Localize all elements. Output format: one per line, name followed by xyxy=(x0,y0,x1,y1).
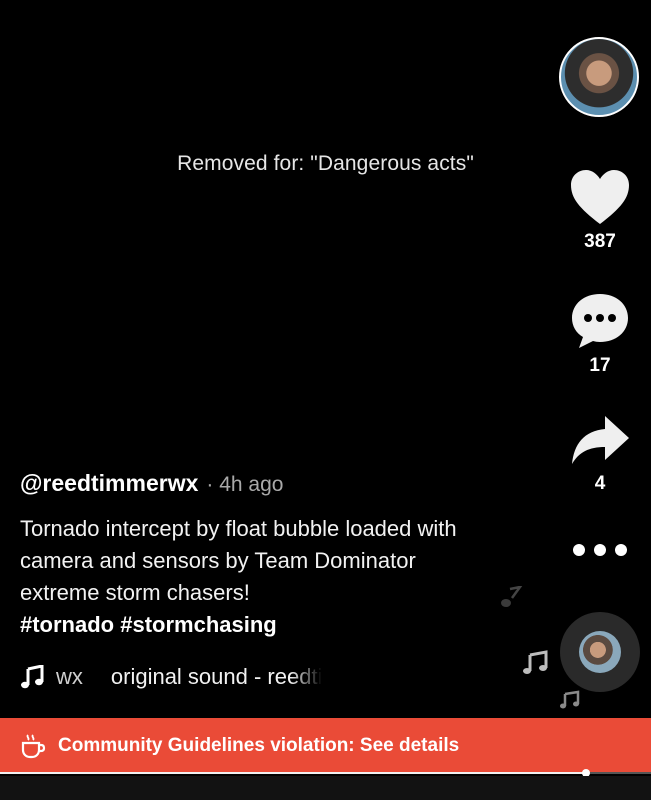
description-text: Tornado intercept by float bubble loaded… xyxy=(20,516,457,605)
heart-icon xyxy=(571,170,629,224)
share-button[interactable]: 4 xyxy=(560,412,640,495)
removed-notice: Removed for: "Dangerous acts" xyxy=(177,152,474,175)
username-link[interactable]: @reedtimmerwx xyxy=(20,470,198,497)
profile-avatar[interactable] xyxy=(559,37,639,117)
more-options-button[interactable] xyxy=(560,540,640,556)
post-time: · 4h ago xyxy=(206,473,284,496)
coffee-cup-icon xyxy=(21,734,46,759)
sound-scroll-fragment: wx xyxy=(56,664,83,689)
progress-fill xyxy=(0,772,586,774)
bottom-bar xyxy=(0,776,651,800)
comment-count: 17 xyxy=(589,355,611,376)
violation-text: Community Guidelines violation: See deta… xyxy=(58,735,460,756)
post-caption: @reedtimmerwx · 4h ago Tornado intercept… xyxy=(20,470,500,641)
like-button[interactable]: 387 xyxy=(560,168,640,253)
share-icon xyxy=(572,416,629,464)
more-dots-icon xyxy=(560,544,640,556)
like-count: 387 xyxy=(584,231,616,252)
floating-note-icon xyxy=(501,586,523,607)
sound-title: original sound - reedti xyxy=(110,664,323,689)
post-description: Tornado intercept by float bubble loaded… xyxy=(20,513,500,641)
comment-button[interactable]: 17 xyxy=(560,290,640,377)
sound-disc-cover xyxy=(579,631,621,673)
music-note-icon xyxy=(21,665,44,689)
violation-banner[interactable]: Community Guidelines violation: See deta… xyxy=(0,718,651,774)
floating-note-icon xyxy=(560,690,580,709)
hashtag-links[interactable]: #tornado #stormchasing xyxy=(20,612,277,637)
floating-note-icon xyxy=(523,650,548,674)
share-count: 4 xyxy=(594,473,606,494)
comment-icon xyxy=(572,294,628,348)
sound-row[interactable]: wx original sound - reedti xyxy=(20,664,360,690)
sound-disc[interactable] xyxy=(560,612,640,692)
